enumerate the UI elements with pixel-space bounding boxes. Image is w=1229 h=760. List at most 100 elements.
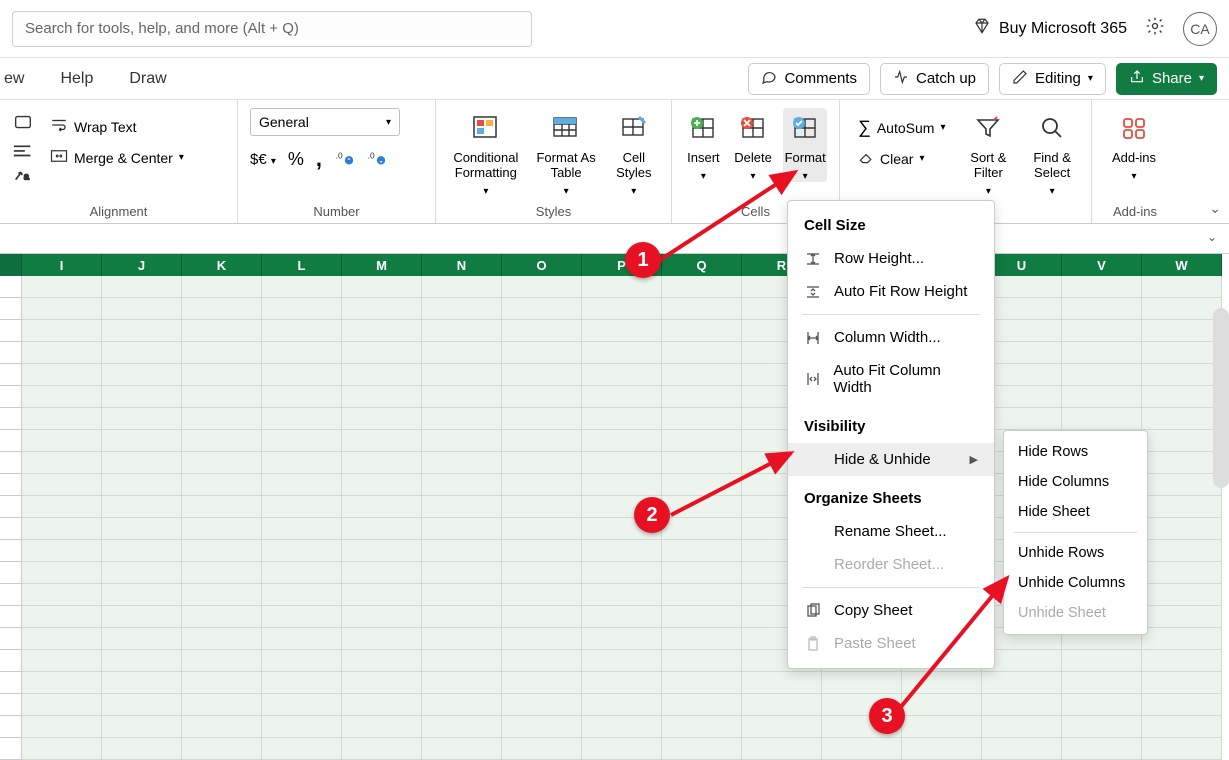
cell[interactable] <box>982 672 1062 694</box>
cell[interactable] <box>342 584 422 606</box>
row-header[interactable] <box>0 628 22 650</box>
cell[interactable] <box>662 628 742 650</box>
vertical-scrollbar[interactable] <box>1213 308 1229 488</box>
row-header[interactable] <box>0 540 22 562</box>
cell[interactable] <box>902 672 982 694</box>
row-header[interactable] <box>0 518 22 540</box>
cell[interactable] <box>22 584 102 606</box>
cell[interactable] <box>502 650 582 672</box>
cell[interactable] <box>582 320 662 342</box>
cell[interactable] <box>342 386 422 408</box>
cell[interactable] <box>102 342 182 364</box>
autosum-button[interactable]: ∑ AutoSum ▾ <box>852 114 951 141</box>
menu-col-width[interactable]: Column Width... <box>788 321 994 354</box>
cell[interactable] <box>502 342 582 364</box>
cell[interactable] <box>22 386 102 408</box>
cell[interactable] <box>422 496 502 518</box>
cell[interactable] <box>22 342 102 364</box>
cell[interactable] <box>422 430 502 452</box>
cell[interactable] <box>22 430 102 452</box>
row-header[interactable] <box>0 672 22 694</box>
editing-mode-button[interactable]: Editing ▾ <box>999 63 1106 95</box>
cell[interactable] <box>262 386 342 408</box>
cell[interactable] <box>1062 694 1142 716</box>
cell[interactable] <box>1142 320 1222 342</box>
cell[interactable] <box>342 606 422 628</box>
cell[interactable] <box>1062 738 1142 760</box>
cell[interactable] <box>1062 672 1142 694</box>
cell[interactable] <box>102 518 182 540</box>
cell[interactable] <box>262 650 342 672</box>
cell[interactable] <box>102 496 182 518</box>
submenu-hide-columns[interactable]: Hide Columns <box>1004 467 1147 497</box>
cell[interactable] <box>182 540 262 562</box>
cell[interactable] <box>262 452 342 474</box>
cell[interactable] <box>182 452 262 474</box>
cell[interactable] <box>662 364 742 386</box>
cell[interactable] <box>22 694 102 716</box>
cell[interactable] <box>262 364 342 386</box>
cell[interactable] <box>102 716 182 738</box>
cell[interactable] <box>22 320 102 342</box>
cell[interactable] <box>182 628 262 650</box>
cell[interactable] <box>582 408 662 430</box>
cell[interactable] <box>982 738 1062 760</box>
row-header[interactable] <box>0 496 22 518</box>
cell[interactable] <box>502 364 582 386</box>
cell[interactable] <box>422 540 502 562</box>
cell[interactable] <box>262 694 342 716</box>
cell[interactable] <box>502 430 582 452</box>
cell-styles-button[interactable]: Cell Styles▾ <box>609 108 659 197</box>
cell[interactable] <box>342 408 422 430</box>
cell[interactable] <box>102 276 182 298</box>
cell[interactable] <box>1062 276 1142 298</box>
cell[interactable] <box>742 738 822 760</box>
cell[interactable] <box>22 276 102 298</box>
cell[interactable] <box>342 562 422 584</box>
row-header[interactable] <box>0 474 22 496</box>
formulabar-expand-icon[interactable]: ⌄ <box>1207 230 1217 244</box>
submenu-hide-rows[interactable]: Hide Rows <box>1004 437 1147 467</box>
cell[interactable] <box>502 540 582 562</box>
cell[interactable] <box>342 452 422 474</box>
gear-icon[interactable] <box>1145 16 1165 41</box>
col-I[interactable]: I <box>22 254 102 276</box>
cell[interactable] <box>102 628 182 650</box>
cell[interactable] <box>1142 628 1222 650</box>
cell[interactable] <box>1062 298 1142 320</box>
cell[interactable] <box>182 694 262 716</box>
cell[interactable] <box>262 716 342 738</box>
cell[interactable] <box>262 276 342 298</box>
cell[interactable] <box>502 562 582 584</box>
col-J[interactable]: J <box>102 254 182 276</box>
cell[interactable] <box>182 298 262 320</box>
cell[interactable] <box>1142 430 1222 452</box>
cell[interactable] <box>342 738 422 760</box>
row-header[interactable] <box>0 694 22 716</box>
cell[interactable] <box>742 716 822 738</box>
cell[interactable] <box>1142 694 1222 716</box>
col-L[interactable]: L <box>262 254 342 276</box>
cell[interactable] <box>1062 320 1142 342</box>
cell[interactable] <box>22 364 102 386</box>
menu-row-height[interactable]: Row Height... <box>788 242 994 275</box>
cell[interactable] <box>342 650 422 672</box>
cell[interactable] <box>102 452 182 474</box>
cell[interactable] <box>262 474 342 496</box>
cell[interactable] <box>582 694 662 716</box>
cell[interactable] <box>422 562 502 584</box>
catchup-button[interactable]: Catch up <box>880 63 989 95</box>
cell[interactable] <box>182 562 262 584</box>
cell[interactable] <box>1062 408 1142 430</box>
row-header[interactable] <box>0 342 22 364</box>
select-all-corner[interactable] <box>0 254 22 276</box>
cell[interactable] <box>902 716 982 738</box>
cell[interactable] <box>422 672 502 694</box>
cell[interactable] <box>102 738 182 760</box>
cell[interactable] <box>22 650 102 672</box>
cell[interactable] <box>1142 738 1222 760</box>
cell[interactable] <box>582 342 662 364</box>
comments-button[interactable]: Comments <box>748 63 870 95</box>
cell[interactable] <box>1142 584 1222 606</box>
cell[interactable] <box>502 672 582 694</box>
